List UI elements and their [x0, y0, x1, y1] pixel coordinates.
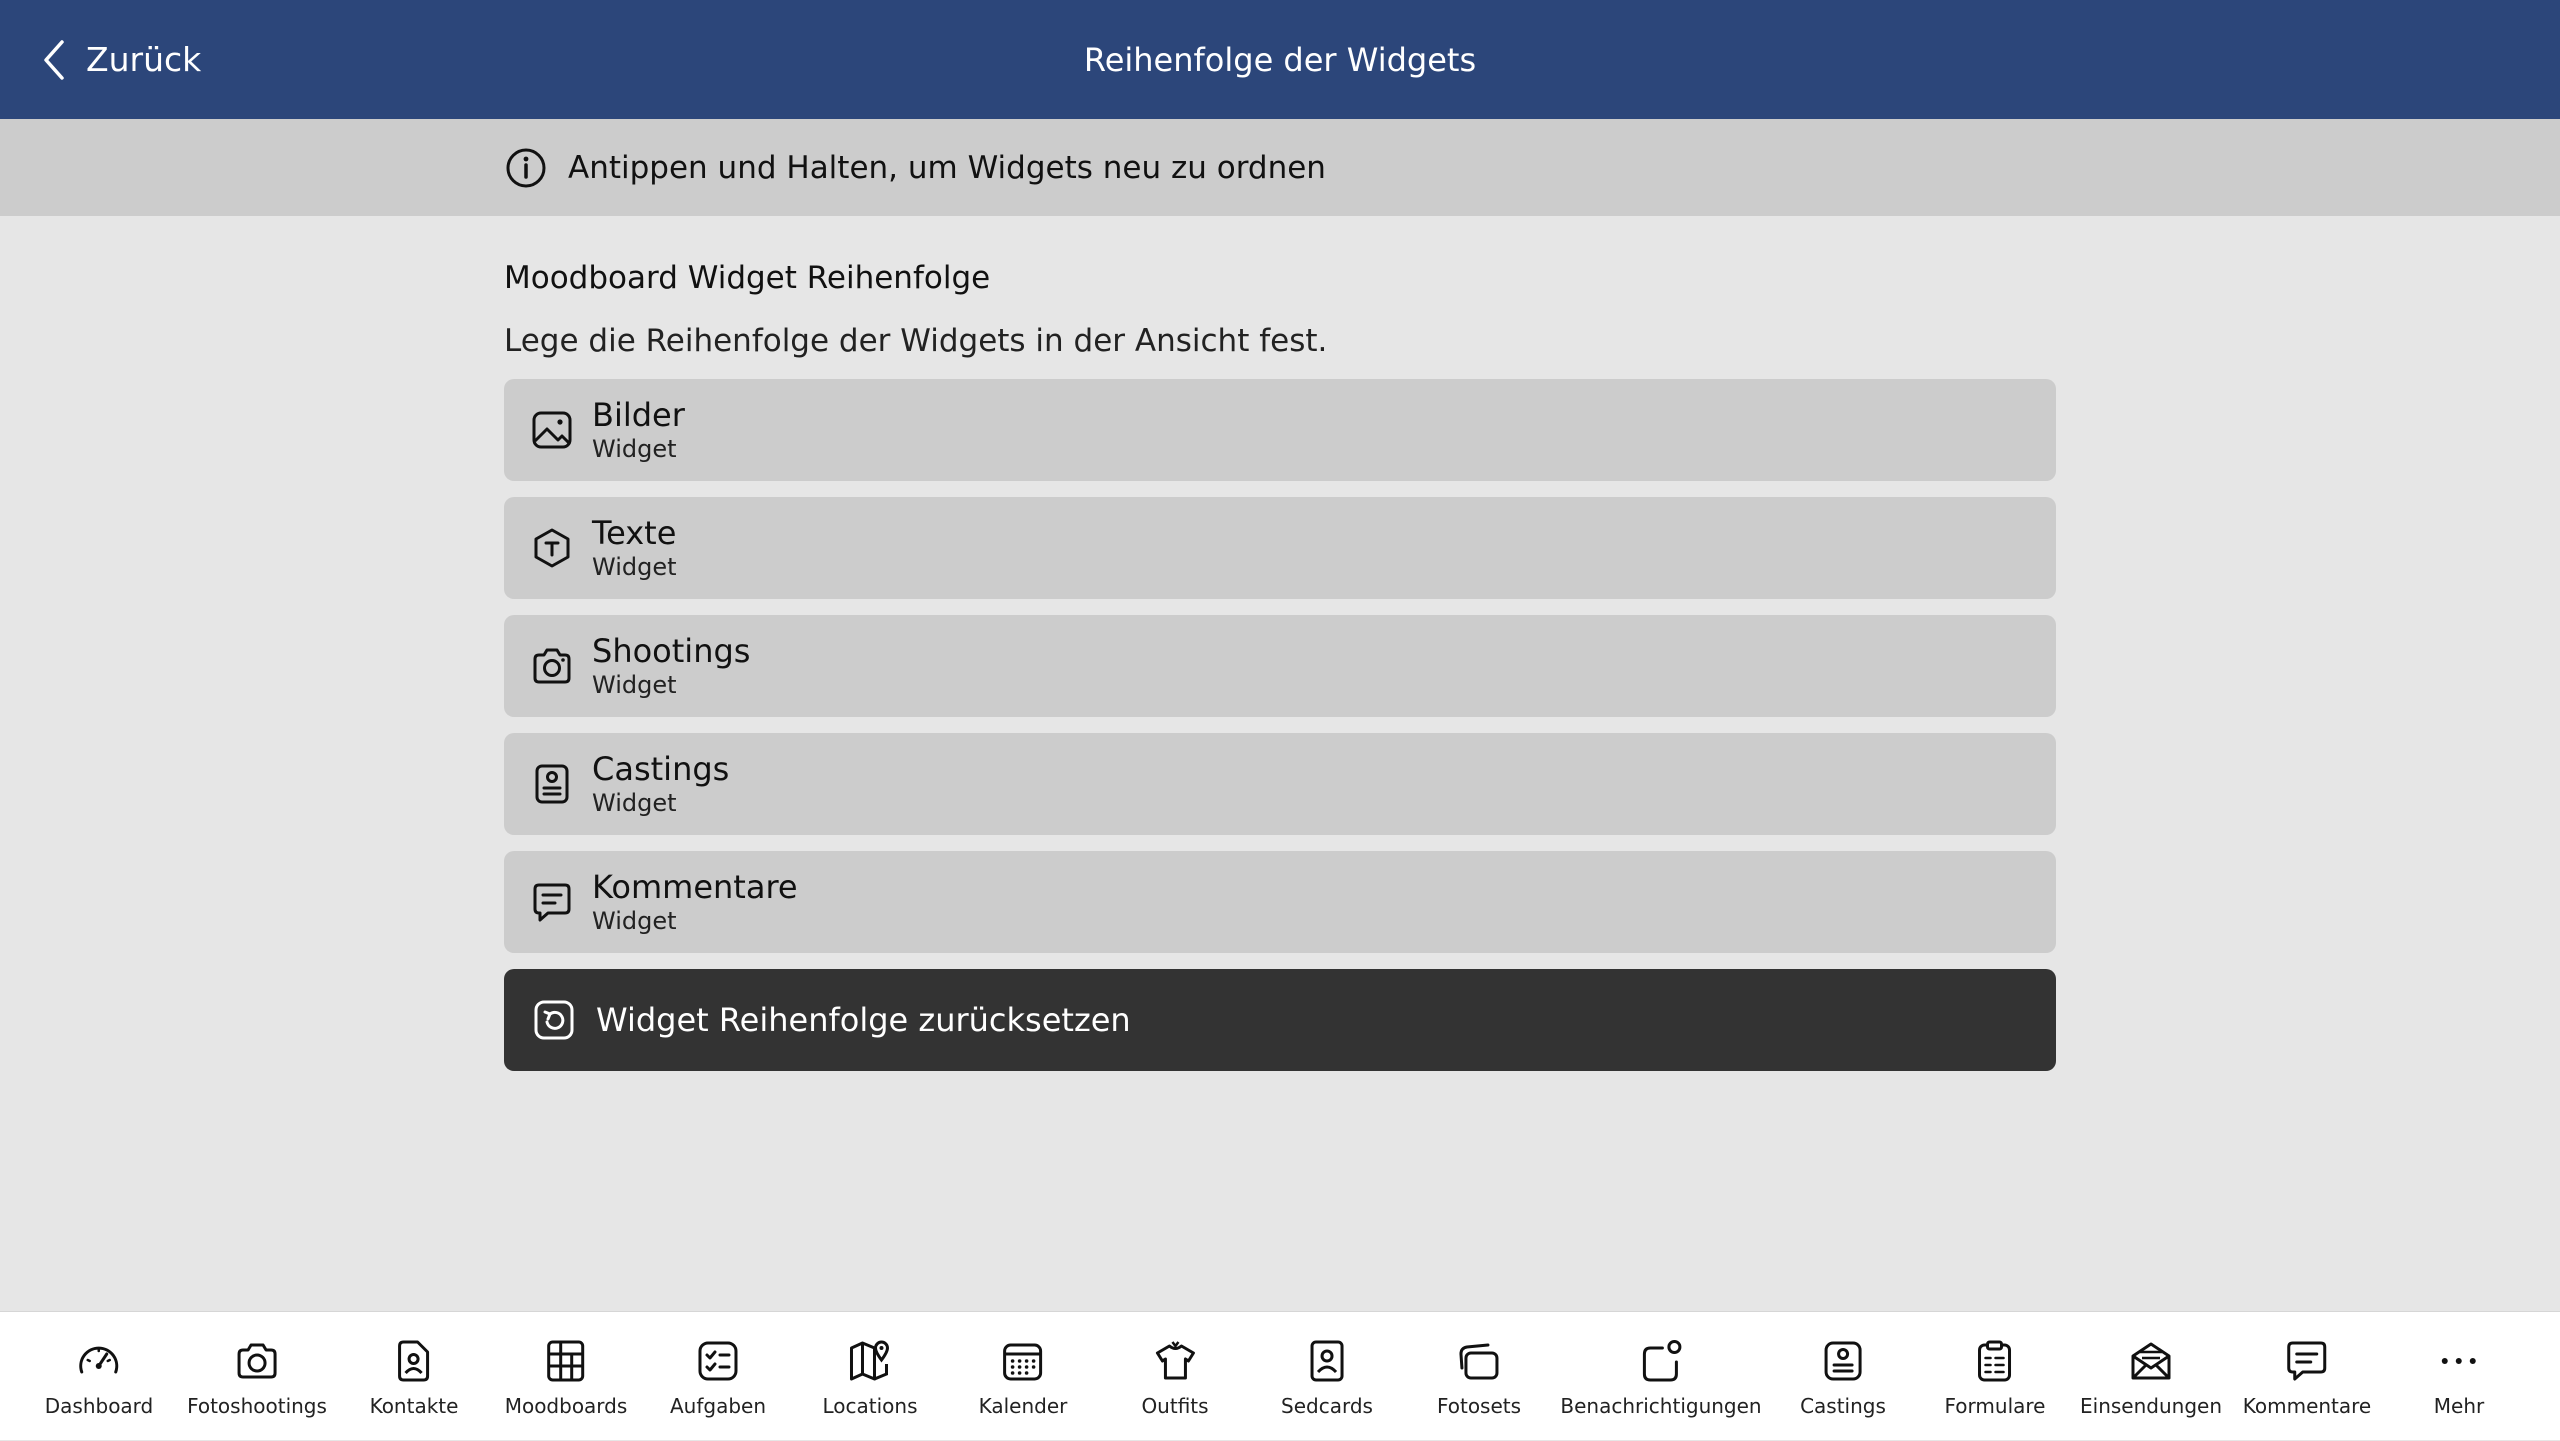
shirt-icon	[1155, 1341, 1195, 1380]
tab-benachrichtigungen[interactable]: Benachrichtigungen	[1560, 1312, 1762, 1441]
tab-label: Kommentare	[2242, 1394, 2372, 1418]
widget-row-texte[interactable]: Texte Widget	[504, 497, 2056, 599]
back-button[interactable]: Zurück	[38, 0, 201, 119]
widget-row-shootings[interactable]: Shootings Widget	[504, 615, 2056, 717]
widget-sublabel: Widget	[592, 671, 677, 699]
sedcard-icon	[1310, 1340, 1344, 1382]
tab-label: Aufgaben	[669, 1394, 767, 1418]
hint-bar: Antippen und Halten, um Widgets neu zu o…	[0, 119, 2560, 216]
tab-label: Outfits	[1141, 1394, 1209, 1418]
image-icon	[532, 411, 572, 449]
contact-icon	[398, 1340, 430, 1382]
widget-label: Bilder	[592, 396, 685, 434]
info-icon	[506, 148, 546, 187]
mail-icon	[2131, 1342, 2171, 1380]
widget-sublabel: Widget	[592, 907, 677, 935]
tab-label: Locations	[822, 1394, 918, 1418]
tab-label: Kontakte	[369, 1394, 459, 1418]
tab-kontakte[interactable]: Kontakte	[369, 1312, 459, 1441]
widget-label: Texte	[592, 514, 677, 552]
tab-locations[interactable]: Locations	[822, 1312, 918, 1441]
form-icon	[1978, 1340, 2012, 1382]
tab-label: Benachrichtigungen	[1560, 1394, 1762, 1418]
reset-order-button[interactable]: Widget Reihenfolge zurücksetzen	[504, 969, 2056, 1071]
map-icon	[849, 1340, 889, 1381]
tab-label: Sedcards	[1281, 1394, 1373, 1418]
tab-label: Moodboards	[504, 1394, 628, 1418]
tab-dashboard[interactable]: Dashboard	[44, 1312, 154, 1441]
tab-label: Formulare	[1944, 1394, 2046, 1418]
tab-label: Fotosets	[1436, 1394, 1522, 1418]
tab-fotosets[interactable]: Fotosets	[1437, 1312, 1521, 1441]
casting-icon	[1824, 1341, 1862, 1381]
tab-mehr[interactable]: Mehr	[2434, 1312, 2484, 1441]
tab-label: Mehr	[2433, 1394, 2485, 1418]
tab-kommentare[interactable]: Kommentare	[2242, 1312, 2372, 1441]
widget-label: Castings	[592, 750, 730, 788]
tab-castings[interactable]: Castings	[1800, 1312, 1886, 1441]
tab-fotoshootings[interactable]: Fotoshootings	[187, 1312, 327, 1441]
back-label: Zurück	[86, 40, 202, 79]
widget-row-kommentare[interactable]: Kommentare Widget	[504, 851, 2056, 953]
tab-einsendungen[interactable]: Einsendungen	[2080, 1312, 2222, 1441]
widget-row-bilder[interactable]: Bilder Widget	[504, 379, 2056, 481]
tab-formulare[interactable]: Formulare	[1944, 1312, 2046, 1441]
section-description: Lege die Reihenfolge der Widgets in der …	[504, 323, 1328, 359]
hint-text: Antippen und Halten, um Widgets neu zu o…	[568, 149, 1326, 186]
header-bar: Zurück Reihenfolge der Widgets	[0, 0, 2560, 119]
camera-icon	[237, 1343, 277, 1379]
chevron-left-icon	[44, 39, 64, 80]
widget-sublabel: Widget	[592, 789, 677, 817]
widget-sublabel: Widget	[592, 435, 677, 463]
tab-label: Castings	[1800, 1394, 1886, 1418]
widget-label: Shootings	[592, 632, 751, 670]
photoset-icon	[1459, 1343, 1499, 1380]
tab-moodboards[interactable]: Moodboards	[504, 1312, 628, 1441]
widget-label: Kommentare	[592, 868, 798, 906]
comment-icon	[2287, 1341, 2327, 1381]
tasks-icon	[698, 1341, 738, 1381]
moodboard-icon	[547, 1340, 585, 1382]
widget-row-castings[interactable]: Castings Widget	[504, 733, 2056, 835]
tab-outfits[interactable]: Outfits	[1141, 1312, 1209, 1441]
dashboard-icon	[79, 1346, 119, 1374]
tab-label: Kalender	[978, 1394, 1068, 1418]
widget-order-section: Moodboard Widget Reihenfolge Lege die Re…	[504, 260, 2056, 1071]
comment-icon	[533, 883, 571, 922]
tab-label: Dashboard	[44, 1394, 154, 1418]
tab-label: Einsendungen	[2080, 1394, 2222, 1418]
camera-icon	[533, 648, 571, 684]
casting-icon	[535, 764, 569, 804]
tab-sedcards[interactable]: Sedcards	[1281, 1312, 1373, 1441]
notification-icon	[1642, 1340, 1681, 1382]
widget-sublabel: Widget	[592, 553, 677, 581]
text-icon	[534, 528, 570, 568]
reset-icon	[534, 1000, 574, 1040]
section-title: Moodboard Widget Reihenfolge	[504, 260, 991, 296]
page-title: Reihenfolge der Widgets	[1083, 40, 1477, 79]
calendar-icon	[1003, 1343, 1043, 1381]
bottom-tab-bar: Dashboard Fotoshootings Kontakte Moodboa…	[0, 1311, 2560, 1440]
reset-label: Widget Reihenfolge zurücksetzen	[596, 1001, 1131, 1039]
tab-aufgaben[interactable]: Aufgaben	[670, 1312, 766, 1441]
tab-label: Fotoshootings	[187, 1394, 327, 1418]
more-icon	[2442, 1358, 2476, 1364]
tab-kalender[interactable]: Kalender	[978, 1312, 1068, 1441]
widget-list: Bilder Widget Texte Widget Shootings Wid…	[504, 379, 2056, 953]
